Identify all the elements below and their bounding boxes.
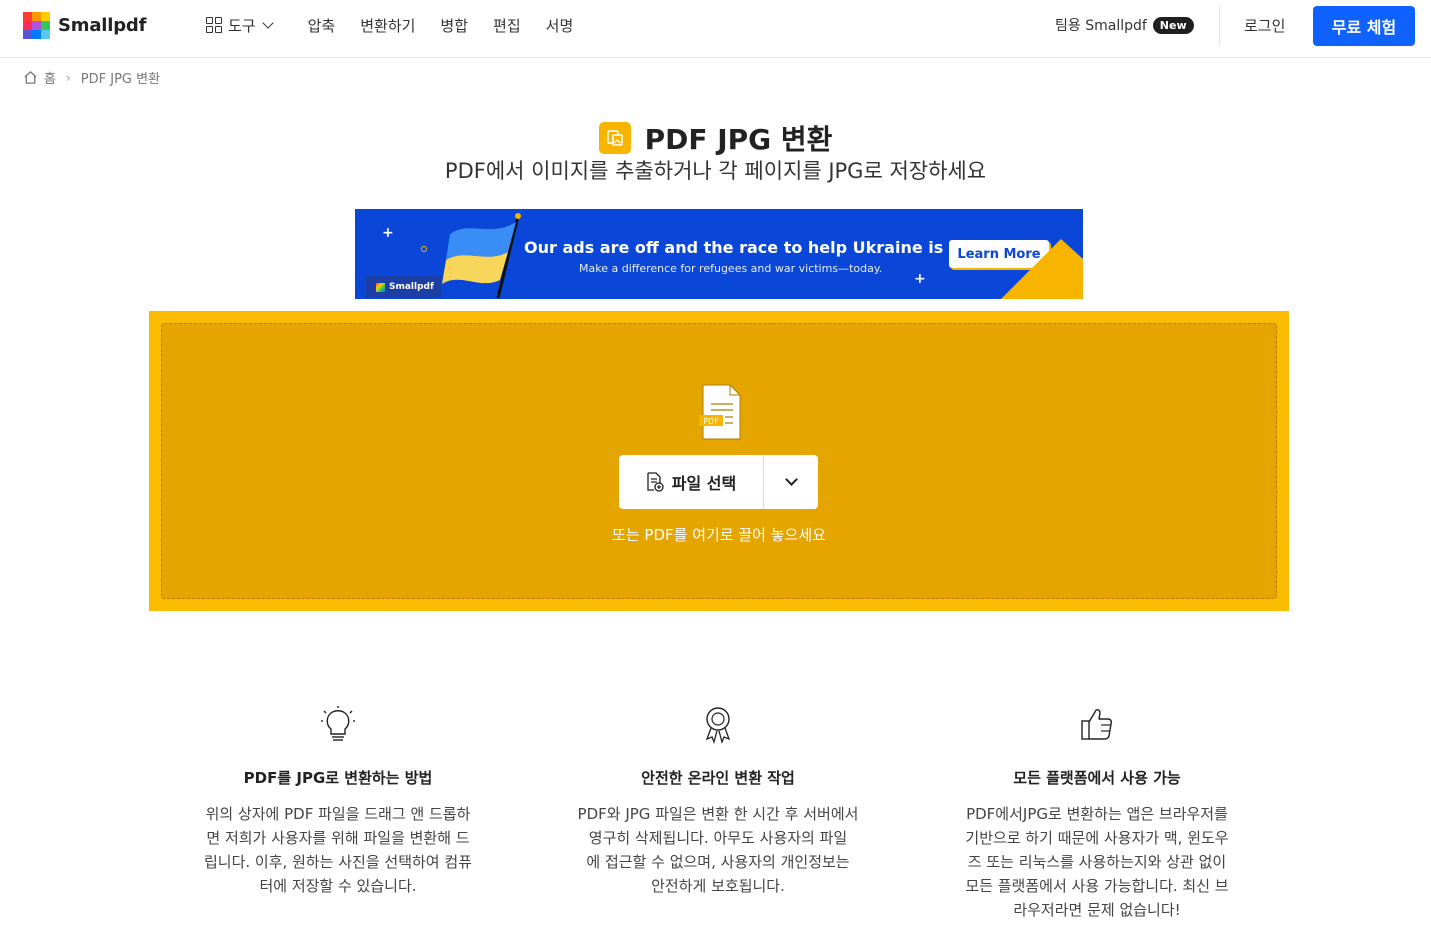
smallpdf-mini-logo-icon — [376, 282, 385, 292]
feature-desc-line: PDF와 JPG 파일은 변환 한 시간 후 서버에서 — [577, 805, 859, 823]
chevron-down-icon — [261, 17, 274, 29]
nav-tools-label: 도구 — [228, 16, 256, 35]
breadcrumb-home[interactable]: 홈 — [44, 68, 56, 87]
banner-headline: Our ads are off and the race to help Ukr… — [524, 238, 972, 257]
team-smallpdf-link[interactable]: 팀용 Smallpdf New — [1055, 15, 1194, 35]
free-trial-button[interactable]: 무료 체험 — [1313, 6, 1415, 46]
main-nav: 도구 압축 변환하기 병합 편집 서명 — [206, 0, 598, 50]
pdf-file-icon: PDF — [699, 384, 741, 440]
top-header: Smallpdf 도구 압축 변환하기 병합 편집 서명 팀용 Smallpdf… — [0, 0, 1431, 58]
feature-desc-line: 즈 또는 리눅스를 사용하는지와 상관 없이 — [967, 853, 1227, 871]
file-source-dropdown[interactable] — [764, 455, 818, 509]
feature-how-to: PDF를 JPG로 변환하는 방법 위의 상자에 PDF 파일을 드래그 앤 드… — [188, 705, 488, 898]
feature-desc-line: 안전하게 보호됩니다. — [651, 877, 785, 895]
feature-title: 모든 플랫폼에서 사용 가능 — [1013, 769, 1181, 787]
file-dropzone-inner[interactable]: PDF 파일 선택 또는 PDF를 여기로 끌어 놓으세요 — [161, 323, 1277, 599]
ring-decoration-icon — [421, 246, 427, 252]
team-label: 팀용 Smallpdf — [1055, 18, 1147, 34]
nav-sign[interactable]: 서명 — [546, 15, 574, 36]
feature-platforms: 모든 플랫폼에서 사용 가능 PDF에서JPG로 변환하는 앱은 브라우저를 기… — [947, 705, 1247, 922]
smallpdf-logo[interactable]: Smallpdf — [23, 12, 146, 39]
drop-hint-text: 또는 PDF를 여기로 끌어 놓으세요 — [612, 526, 826, 544]
feature-title: 안전한 온라인 변환 작업 — [641, 769, 795, 787]
feature-title: PDF를 JPG로 변환하는 방법 — [243, 769, 433, 787]
feature-desc-line: 터에 저장할 수 있습니다. — [259, 877, 417, 895]
page-subtitle: PDF에서 이미지를 추출하거나 각 페이지를 JPG로 저장하세요 — [444, 159, 987, 183]
home-icon — [24, 71, 37, 84]
banner-subtext: Make a difference for refugees and war v… — [579, 262, 883, 275]
breadcrumb-current: PDF JPG 변환 — [80, 72, 161, 87]
login-link[interactable]: 로그인 — [1244, 15, 1285, 36]
header-divider — [1219, 6, 1220, 46]
choose-file-button[interactable]: 파일 선택 — [619, 455, 764, 509]
grid-icon — [206, 17, 222, 33]
feature-desc-line: 에 접근할 수 없으며, 사용자의 개인정보는 — [586, 853, 850, 871]
ukraine-flag-icon — [442, 213, 521, 299]
feature-desc-line: 라우저라면 문제 없습니다! — [1013, 901, 1181, 919]
feature-desc-line: 면 저희가 사용자를 위해 파일을 변환해 드 — [206, 829, 470, 847]
breadcrumb: 홈 › PDF JPG 변환 — [23, 68, 160, 87]
logo-text: Smallpdf — [58, 15, 147, 36]
feature-desc-line: 영구히 삭제됩니다. 아무도 사용자의 파일 — [588, 829, 848, 847]
plus-decoration-icon: + — [382, 225, 394, 241]
feature-description: 위의 상자에 PDF 파일을 드래그 앤 드롭하 면 저희가 사용자를 위해 파… — [188, 802, 488, 898]
nav-tools-menu[interactable]: 도구 — [206, 15, 274, 36]
feature-desc-line: 모든 플랫폼에서 사용 가능합니다. 최신 브 — [965, 877, 1229, 895]
award-icon — [705, 707, 731, 745]
page-title-row: PDF JPG 변환 — [0, 118, 1431, 158]
nav-edit[interactable]: 편집 — [493, 15, 521, 36]
chevron-down-icon — [784, 473, 798, 486]
banner-brand-tag: Smallpdf — [366, 276, 442, 298]
feature-desc-line: 립니다. 이후, 원하는 사진을 선택하여 컴퓨 — [204, 853, 472, 871]
ukraine-ad-banner[interactable]: + + Our ads are off and the race to help… — [355, 209, 1083, 299]
file-select-split-button[interactable]: 파일 선택 — [619, 455, 818, 509]
nav-convert[interactable]: 변환하기 — [360, 15, 415, 36]
pdf-icon-label: PDF — [703, 417, 719, 426]
feature-description: PDF에서JPG로 변환하는 앱은 브라우저를 기반으로 하기 때문에 사용자가… — [947, 802, 1247, 922]
lightbulb-icon — [321, 706, 355, 741]
file-dropzone[interactable]: PDF 파일 선택 또는 PDF를 여기로 끌어 놓으세요 — [149, 311, 1289, 611]
feature-description: PDF와 JPG 파일은 변환 한 시간 후 서버에서 영구히 삭제됩니다. 아… — [568, 802, 868, 898]
feature-desc-line: PDF에서JPG로 변환하는 앱은 브라우저를 — [966, 805, 1228, 823]
breadcrumb-separator-icon: › — [65, 70, 71, 85]
nav-merge[interactable]: 병합 — [440, 15, 468, 36]
nav-compress[interactable]: 압축 — [308, 15, 336, 36]
plus-decoration-icon: + — [914, 271, 926, 287]
feature-desc-line: 기반으로 하기 때문에 사용자가 맥, 윈도우 — [965, 829, 1229, 847]
file-add-icon — [647, 472, 664, 492]
logo-mark-icon — [23, 12, 50, 39]
banner-brand-text: Smallpdf — [389, 282, 434, 292]
banner-yellow-shape — [1001, 239, 1083, 299]
feature-desc-line: 위의 상자에 PDF 파일을 드래그 앤 드롭하 — [205, 805, 471, 823]
choose-file-label: 파일 선택 — [671, 474, 737, 493]
feature-security: 안전한 온라인 변환 작업 PDF와 JPG 파일은 변환 한 시간 후 서버에… — [568, 705, 868, 898]
pdf-to-jpg-tool-icon — [598, 122, 631, 154]
new-badge: New — [1152, 16, 1194, 34]
thumbs-up-icon — [1081, 709, 1113, 740]
page-title: PDF JPG 변환 — [644, 123, 833, 156]
